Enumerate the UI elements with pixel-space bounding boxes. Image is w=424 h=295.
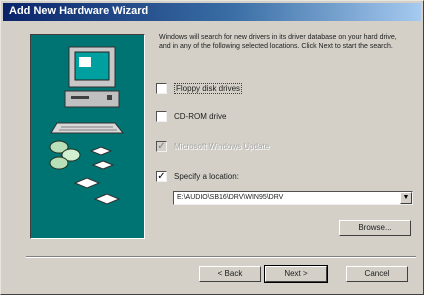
windows-update-checkbox: ✓	[156, 140, 167, 152]
specify-location-checkbox[interactable]: ✓	[156, 170, 167, 182]
floppy-option[interactable]: Floppy disk drives	[156, 81, 243, 95]
separator	[26, 256, 416, 258]
computer-icon	[49, 46, 125, 205]
instruction-text: Windows will search for new drivers in i…	[159, 34, 397, 50]
wizard-window: Add New Hardware Wizard Windows will sea…	[0, 0, 424, 295]
specify-location-option[interactable]: ✓ Specify a location:	[156, 169, 239, 183]
location-input[interactable]: E:\AUDIO\SB16\DRV\WIN95\DRV	[177, 193, 283, 203]
floppy-label[interactable]: Floppy disk drives	[174, 82, 243, 94]
floppy-disks-icon	[49, 140, 121, 205]
cancel-button[interactable]: Cancel	[346, 266, 408, 282]
cdrom-option[interactable]: CD-ROM drive	[156, 109, 226, 123]
floppy-checkbox[interactable]	[156, 82, 167, 94]
location-combo[interactable]: E:\AUDIO\SB16\DRV\WIN95\DRV ▼	[173, 191, 413, 205]
window-title: Add New Hardware Wizard	[9, 5, 149, 17]
back-button[interactable]: < Back	[199, 266, 261, 282]
title-bar[interactable]: Add New Hardware Wizard	[3, 3, 421, 21]
wizard-illustration	[30, 34, 145, 239]
chevron-down-icon[interactable]: ▼	[400, 192, 412, 204]
windows-update-option: ✓ Microsoft Windows Update	[156, 139, 269, 153]
cdrom-label[interactable]: CD-ROM drive	[174, 112, 226, 121]
windows-update-label: Microsoft Windows Update	[174, 141, 270, 151]
specify-location-label[interactable]: Specify a location:	[174, 172, 239, 181]
browse-button[interactable]: Browse...	[339, 220, 411, 236]
next-button[interactable]: Next >	[264, 265, 328, 283]
cdrom-checkbox[interactable]	[156, 110, 167, 122]
